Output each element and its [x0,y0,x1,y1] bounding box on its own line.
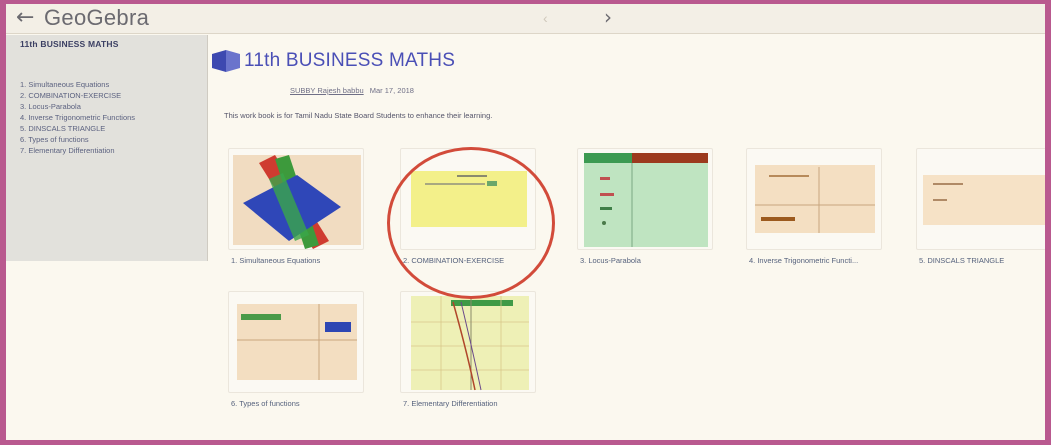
sidebar-title[interactable]: 11th BUSINESS MATHS [20,39,119,49]
sidebar-item[interactable]: 2. COMBINATION-EXERCISE [20,90,135,101]
sidebar-item[interactable]: 3. Locus-Parabola [20,101,135,112]
sidebar-item[interactable]: 5. DINSCALS TRIANGLE [20,123,135,134]
app-title[interactable]: GeoGebra [44,7,149,29]
sidebar-item[interactable]: 4. Inverse Trigonometric Functions [20,112,135,123]
arrow-left-icon[interactable]: ← [16,7,34,29]
publish-date: Mar 17, 2018 [369,86,414,95]
card-thumbnail[interactable] [400,291,536,393]
author-link[interactable]: SUBBY Rajesh babbu [290,86,364,95]
card-label[interactable]: 6. Types of functions [231,399,381,408]
chevron-right-icon[interactable]: › [604,7,612,27]
top-bar: ← GeoGebra ‹ › [6,4,1045,34]
card-thumbnail[interactable] [916,148,1045,250]
card-types-of-functions[interactable]: 6. Types of functions [228,291,364,409]
app-window: ← GeoGebra ‹ › 11th BUSINESS MATHS 1. Si… [6,4,1045,440]
prev-indicator[interactable]: ‹ [543,10,548,26]
card-label[interactable]: 1. Simultaneous Equations [231,256,381,265]
author-line: SUBBY Rajesh babbu Mar 17, 2018 [290,86,414,95]
card-pascals-triangle[interactable]: 5. DINSCALS TRIANGLE [916,148,1045,266]
card-label[interactable]: 4. Inverse Trigonometric Functi... [749,256,899,265]
card-simultaneous-equations[interactable]: 1. Simultaneous Equations [228,148,364,266]
card-thumbnail[interactable] [228,291,364,393]
sidebar-item[interactable]: 1. Simultaneous Equations [20,79,135,90]
card-label[interactable]: 3. Locus-Parabola [580,256,730,265]
card-thumbnail[interactable] [228,148,364,250]
book-icon [212,50,240,72]
highlight-circle [387,147,555,299]
page-title: 11th BUSINESS MATHS [244,50,456,71]
sidebar-item[interactable]: 7. Elementary Differentiation [20,145,135,156]
card-inverse-trigonometric[interactable]: 4. Inverse Trigonometric Functi... [746,148,882,266]
card-elementary-differentiation[interactable]: 7. Elementary Differentiation [400,291,536,409]
card-thumbnail[interactable] [746,148,882,250]
book-description: This work book is for Tamil Nadu State B… [224,111,493,120]
card-label[interactable]: 7. Elementary Differentiation [403,399,553,408]
card-locus-parabola[interactable]: 3. Locus-Parabola [577,148,713,266]
card-thumbnail[interactable] [577,148,713,250]
card-label[interactable]: 5. DINSCALS TRIANGLE [919,256,1045,265]
sidebar-item[interactable]: 6. Types of functions [20,134,135,145]
sidebar-list: 1. Simultaneous Equations 2. COMBINATION… [20,79,135,156]
